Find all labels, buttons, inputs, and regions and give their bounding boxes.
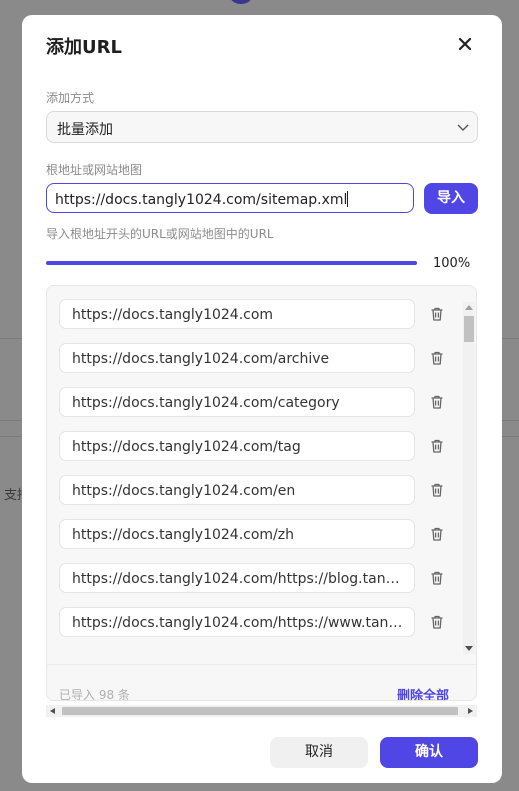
url-list-item: https://docs.tangly1024.com/category bbox=[59, 387, 459, 431]
method-select-value: 批量添加 bbox=[57, 122, 113, 138]
url-item-text: https://docs.tangly1024.com/https://blog… bbox=[72, 571, 404, 587]
progress-bar bbox=[46, 261, 417, 265]
close-icon bbox=[458, 37, 472, 51]
url-item-field[interactable]: https://docs.tangly1024.com/tag bbox=[59, 431, 415, 461]
add-url-dialog: 添加URL 添加方式 批量添加 根地址或网站地图 https://docs.ta… bbox=[22, 15, 502, 783]
vertical-scroll-thumb[interactable] bbox=[464, 316, 474, 342]
trash-icon[interactable] bbox=[429, 438, 445, 454]
url-item-field[interactable]: https://docs.tangly1024.com/https://www.… bbox=[59, 607, 415, 637]
url-list: https://docs.tangly1024.com https://docs.… bbox=[59, 299, 459, 651]
url-item-text: https://docs.tangly1024.com/en bbox=[72, 483, 296, 499]
import-hint: 导入根地址开头的URL或网站地图中的URL bbox=[46, 227, 274, 241]
url-item-field[interactable]: https://docs.tangly1024.com/https://blog… bbox=[59, 563, 415, 593]
url-item-field[interactable]: https://docs.tangly1024.com/category bbox=[59, 387, 415, 417]
cancel-button[interactable]: 取消 bbox=[270, 737, 368, 768]
horizontal-scroll-thumb[interactable] bbox=[62, 707, 458, 715]
url-item-field[interactable]: https://docs.tangly1024.com bbox=[59, 299, 415, 329]
progress-text: 100% bbox=[433, 256, 471, 271]
trash-icon[interactable] bbox=[429, 570, 445, 586]
scroll-left-arrow-icon[interactable] bbox=[49, 708, 55, 714]
url-list-panel: https://docs.tangly1024.com https://docs.… bbox=[46, 285, 477, 701]
url-item-text: https://docs.tangly1024.com/tag bbox=[72, 439, 301, 455]
url-list-item: https://docs.tangly1024.com/archive bbox=[59, 343, 459, 387]
scroll-right-arrow-icon[interactable] bbox=[468, 708, 474, 714]
url-item-text: https://docs.tangly1024.com/category bbox=[72, 395, 340, 411]
chevron-down-icon bbox=[457, 124, 469, 131]
url-item-text: https://docs.tangly1024.com bbox=[72, 307, 274, 323]
confirm-button[interactable]: 确认 bbox=[380, 737, 478, 768]
url-label: 根地址或网站地图 bbox=[46, 163, 143, 177]
method-select[interactable]: 批量添加 bbox=[46, 111, 478, 143]
list-footer-divider bbox=[47, 664, 476, 665]
scroll-down-arrow-icon[interactable] bbox=[465, 646, 473, 652]
background-avatar bbox=[230, 0, 252, 4]
url-list-item: https://docs.tangly1024.com/en bbox=[59, 475, 459, 519]
progress-fill bbox=[46, 261, 417, 265]
url-list-item: https://docs.tangly1024.com bbox=[59, 299, 459, 343]
url-list-item: https://docs.tangly1024.com/https://www.… bbox=[59, 607, 459, 651]
import-button[interactable]: 导入 bbox=[424, 183, 478, 214]
url-input[interactable]: https://docs.tangly1024.com/sitemap.xml bbox=[46, 183, 414, 213]
url-list-item: https://docs.tangly1024.com/tag bbox=[59, 431, 459, 475]
delete-all-button[interactable]: 删除全部 bbox=[397, 685, 449, 700]
url-item-text: https://docs.tangly1024.com/archive bbox=[72, 351, 330, 367]
url-item-field[interactable]: https://docs.tangly1024.com/zh bbox=[59, 519, 415, 549]
dialog-title: 添加URL bbox=[46, 37, 122, 58]
trash-icon[interactable] bbox=[429, 526, 445, 542]
text-caret bbox=[347, 191, 349, 207]
close-button[interactable] bbox=[454, 33, 476, 55]
trash-icon[interactable] bbox=[429, 306, 445, 322]
url-input-value: https://docs.tangly1024.com/sitemap.xml bbox=[55, 192, 348, 208]
method-label: 添加方式 bbox=[46, 91, 95, 105]
url-list-item: https://docs.tangly1024.com/zh bbox=[59, 519, 459, 563]
trash-icon[interactable] bbox=[429, 614, 445, 630]
trash-icon[interactable] bbox=[429, 482, 445, 498]
scroll-up-arrow-icon[interactable] bbox=[465, 304, 473, 310]
trash-icon[interactable] bbox=[429, 350, 445, 366]
import-count: 已导入 98 条 bbox=[59, 688, 130, 701]
url-item-text: https://docs.tangly1024.com/https://www.… bbox=[72, 615, 404, 631]
vertical-scrollbar[interactable] bbox=[463, 302, 475, 654]
trash-icon[interactable] bbox=[429, 394, 445, 410]
url-item-field[interactable]: https://docs.tangly1024.com/en bbox=[59, 475, 415, 505]
url-list-item: https://docs.tangly1024.com/https://blog… bbox=[59, 563, 459, 607]
url-item-text: https://docs.tangly1024.com/zh bbox=[72, 527, 294, 543]
horizontal-scrollbar[interactable] bbox=[46, 705, 477, 717]
url-item-field[interactable]: https://docs.tangly1024.com/archive bbox=[59, 343, 415, 373]
